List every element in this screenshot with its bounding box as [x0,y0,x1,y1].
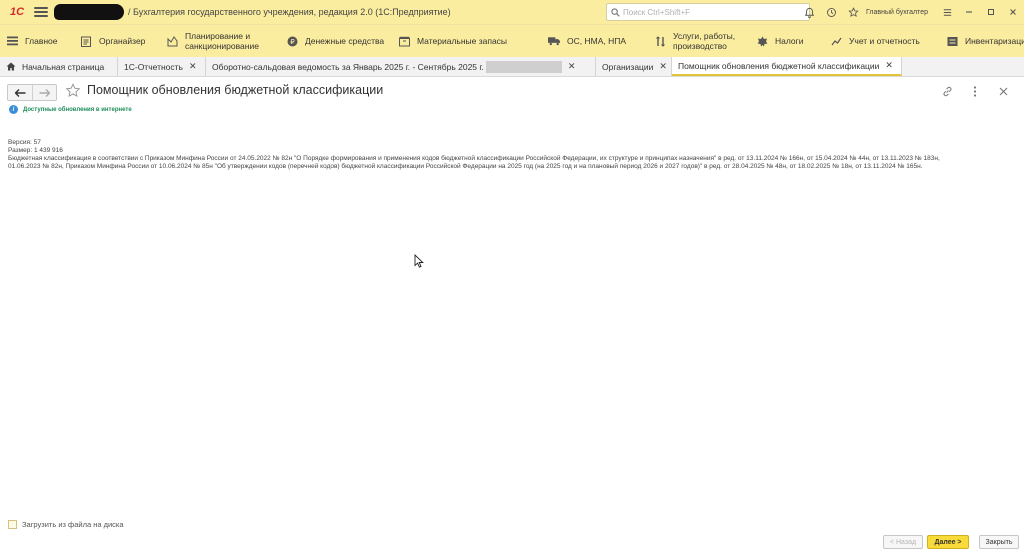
tab-home[interactable]: Начальная страница [0,57,118,76]
section-organizer[interactable]: Органайзер [74,25,160,58]
more-actions-icon[interactable] [968,84,982,98]
planning-icon [166,35,178,47]
section-label: Планирование и санкционирование [185,31,259,51]
favorite-star-icon[interactable] [65,83,81,104]
section-fixed-assets[interactable]: ОС, НМА, НПА [542,25,648,58]
back-arrow-button[interactable] [8,85,32,100]
tab-organizations[interactable]: Организации ✕ [596,57,672,76]
form-header-actions [940,84,1010,98]
arrow-right-icon [39,88,50,97]
close-tab-icon[interactable]: ✕ [189,61,197,72]
next-button[interactable]: Далее > [927,535,969,549]
home-icon [6,62,16,71]
stock-icon [398,35,410,47]
truck-icon [548,35,560,47]
tab-turnover-sheet[interactable]: Оборотно-сальдовая ведомость за Январь 2… [206,57,596,76]
close-icon[interactable] [1002,0,1024,24]
main-menu-icon[interactable] [34,7,48,17]
load-from-disk-label: Загрузить из файла на диска [22,520,124,529]
current-user[interactable]: Главный бухгалтер [866,9,928,16]
link-icon[interactable] [940,84,954,98]
load-from-disk-checkbox[interactable]: Загрузить из файла на диска [8,520,124,529]
reporting-icon [830,35,842,47]
tab-label: Оборотно-сальдовая ведомость за Январь 2… [212,61,484,72]
section-label: Услуги, работы, производство [673,31,736,51]
info-icon: i [9,105,18,114]
redacted-organization [54,4,124,20]
tab-label: Помощник обновления бюджетной классифика… [678,60,880,71]
section-label: Материальные запасы [417,36,508,46]
close-form-icon[interactable] [996,84,1010,98]
section-services[interactable]: Услуги, работы, производство [648,25,750,58]
open-windows-tabs: Начальная страница 1С-Отчетность ✕ Оборо… [0,57,1024,77]
section-panel: Главное Органайзер Планирование и санкци… [0,24,1024,57]
close-tab-icon[interactable]: ✕ [885,60,893,71]
mouse-cursor-icon [414,253,424,273]
1c-logo: 1С [9,6,25,18]
history-icon[interactable] [820,0,842,24]
section-stock[interactable]: Материальные запасы [392,25,542,58]
section-label: Инвентаризация [965,36,1024,46]
form-title: Помощник обновления бюджетной классифика… [87,83,384,97]
menu-lines-icon [6,35,18,47]
tab-1c-reporting[interactable]: 1С-Отчетность ✕ [118,57,206,76]
inventory-icon [946,35,958,47]
section-label: Органайзер [99,36,146,46]
global-search[interactable] [606,3,810,21]
app-title: / Бухгалтерия государственного учреждени… [128,7,451,17]
tab-label: 1С-Отчетность [124,61,183,72]
section-planning[interactable]: Планирование и санкционирование [160,25,280,58]
titlebar-icons: Главный бухгалтер [798,0,1024,24]
search-icon [611,7,620,17]
tab-label: Организации [602,61,654,72]
back-button[interactable]: < Назад [883,535,923,549]
size-text: Размер: 1 439 916 [8,147,63,154]
navigation-buttons [7,84,57,101]
search-input[interactable] [623,7,793,17]
services-icon [654,35,666,47]
tab-label: Начальная страница [22,61,105,72]
section-money[interactable]: ₽ Денежные средства [280,25,392,58]
close-tab-icon[interactable]: ✕ [568,61,576,72]
section-taxes[interactable]: Налоги [750,25,824,58]
description-line-1: Бюджетная классификация в соответствии с… [8,155,940,162]
section-label: Налоги [775,36,804,46]
section-label: Денежные средства [305,36,385,46]
section-label: Главное [25,36,58,46]
star-icon[interactable] [842,0,864,24]
section-label: Учет и отчетность [849,36,920,46]
update-description: Версия: 57 Размер: 1 439 916 Бюджетная к… [8,139,1020,171]
restore-icon[interactable] [980,0,1002,24]
minimize-icon[interactable] [958,0,980,24]
taxes-icon [756,35,768,47]
section-label: ОС, НМА, НПА [567,36,627,46]
svg-text:₽: ₽ [290,38,295,46]
available-updates-info: i Доступные обновления в интернете [9,105,132,114]
close-tab-icon[interactable]: ✕ [659,61,667,72]
version-text: Версия: 57 [8,139,41,146]
checkbox-box[interactable] [8,520,17,529]
section-inventory[interactable]: Инвентаризация [940,25,1024,58]
organizer-icon [80,35,92,47]
section-reporting[interactable]: Учет и отчетность [824,25,940,58]
section-main[interactable]: Главное [0,25,74,58]
forward-arrow-button[interactable] [32,85,56,100]
tab-budget-classification-assistant[interactable]: Помощник обновления бюджетной классифика… [672,57,902,76]
settings-icon[interactable] [936,0,958,24]
money-icon: ₽ [286,35,298,47]
description-line-2: 01.06.2023 № 82н, Приказом Минфина Росси… [8,163,923,170]
close-button[interactable]: Закрыть [979,535,1019,549]
arrow-left-icon [14,88,25,97]
redacted-text [485,60,562,73]
bell-icon[interactable] [798,0,820,24]
info-text: Доступные обновления в интернете [23,106,132,113]
